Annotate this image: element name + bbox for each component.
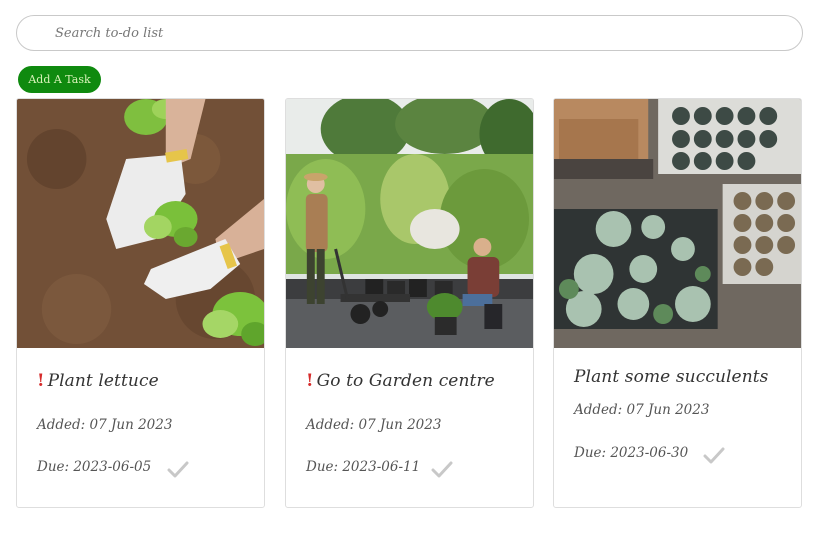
hands-planting-lettuce-photo: [17, 99, 264, 348]
add-task-button[interactable]: Add A Task: [18, 66, 101, 93]
complete-check-icon[interactable]: [431, 461, 453, 479]
task-title: Plant some succulents: [574, 367, 769, 387]
garden-centre-plants-photo: [286, 99, 533, 348]
search-bar[interactable]: [16, 15, 803, 51]
task-card: ! Go to Garden centre Added: 07 Jun 2023 …: [285, 98, 534, 508]
task-due-date: Due: 2023-06-30: [574, 445, 689, 461]
complete-check-icon[interactable]: [167, 461, 189, 479]
task-card: ! Plant lettuce Added: 07 Jun 2023 Due: 2…: [16, 98, 265, 508]
search-input[interactable]: [17, 16, 802, 50]
task-added-date: Added: 07 Jun 2023: [306, 417, 442, 433]
priority-icon: !: [37, 371, 45, 391]
task-added-date: Added: 07 Jun 2023: [574, 402, 710, 418]
task-card: Plant some succulents Added: 07 Jun 2023…: [553, 98, 802, 508]
task-due-date: Due: 2023-06-05: [37, 459, 152, 475]
task-title: ! Go to Garden centre: [306, 371, 495, 391]
task-due-date: Due: 2023-06-11: [306, 459, 421, 475]
task-title: ! Plant lettuce: [37, 371, 159, 391]
task-added-date: Added: 07 Jun 2023: [37, 417, 173, 433]
priority-icon: !: [306, 371, 314, 391]
complete-check-icon[interactable]: [703, 447, 725, 465]
succulent-trays-photo: [554, 99, 801, 348]
